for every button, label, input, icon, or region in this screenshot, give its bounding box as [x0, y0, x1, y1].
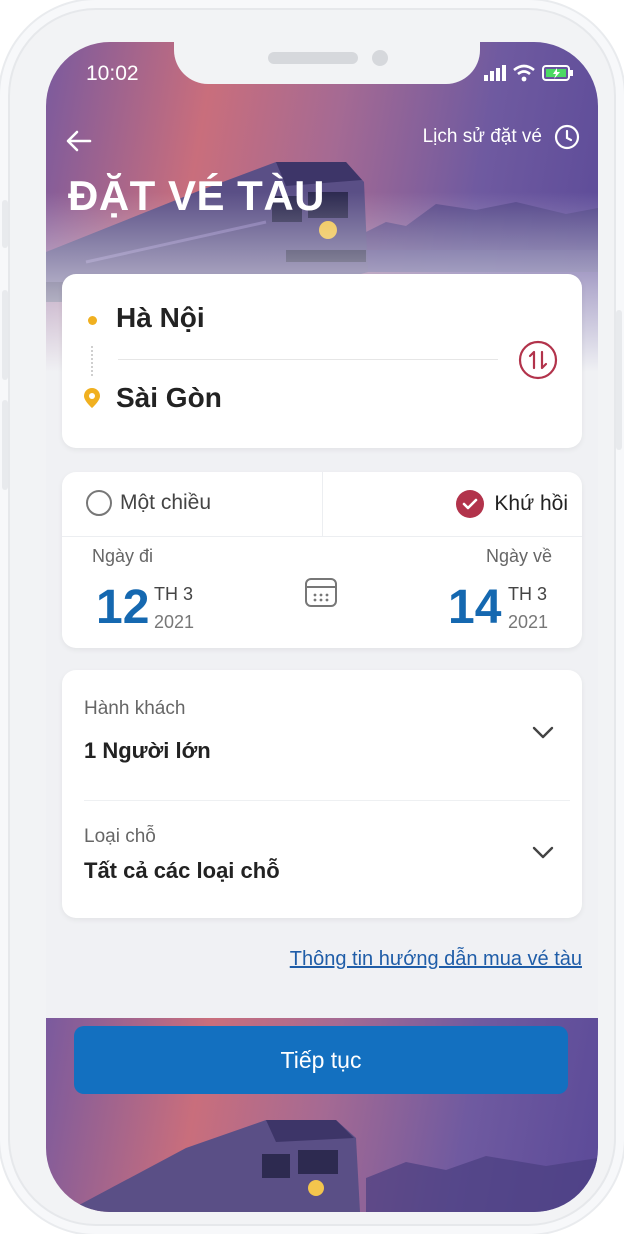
seat-type-value[interactable]: Tất cả các loại chỗ — [84, 858, 280, 884]
seat-type-label: Loại chỗ — [84, 826, 156, 847]
return-day[interactable]: 14 — [448, 584, 501, 632]
return-month: TH 3 — [508, 584, 548, 604]
route-divider — [118, 359, 498, 360]
signal-icon — [484, 65, 506, 81]
chevron-down-icon[interactable] — [532, 726, 554, 740]
passenger-label: Hành khách — [84, 698, 186, 719]
side-button — [616, 310, 622, 450]
side-button — [2, 200, 8, 248]
date-card: Một chiều Khứ hồi Ngày đi 12 TH 3 2021 N… — [62, 472, 582, 648]
swap-icon[interactable] — [518, 340, 558, 380]
round-trip-label: Khứ hồi — [494, 492, 568, 515]
continue-button[interactable]: Tiếp tục — [74, 1026, 568, 1094]
row-divider — [84, 800, 570, 801]
camera — [372, 50, 388, 66]
origin-dot-icon — [88, 316, 97, 325]
one-way-label: Một chiều — [120, 491, 212, 514]
location-pin-icon — [84, 388, 100, 408]
status-icons — [484, 64, 574, 82]
depart-date-label: Ngày đi — [92, 546, 154, 566]
booking-history-link[interactable]: Lịch sử đặt vé — [423, 124, 580, 150]
speaker — [268, 52, 358, 64]
ticket-guide-link[interactable]: Thông tin hướng dẫn mua vé tàu — [290, 948, 582, 971]
route-card: Hà Nội Sài Gòn — [62, 274, 582, 448]
side-button — [2, 290, 8, 380]
depart-month: TH 3 — [154, 584, 194, 604]
origin-station[interactable]: Hà Nội — [116, 302, 205, 334]
phone-frame: 10:02 Lịch sử đặt vé ĐẶT VÉ TÀU Hà Nội S… — [2, 10, 622, 1224]
status-time: 10:02 — [86, 62, 139, 85]
destination-station[interactable]: Sài Gòn — [116, 382, 222, 414]
passenger-card: Hành khách 1 Người lớn Loại chỗ Tất cả c… — [62, 670, 582, 918]
notch — [174, 42, 480, 84]
booking-history-label[interactable]: Lịch sử đặt vé — [423, 126, 542, 148]
trip-divider — [322, 472, 323, 536]
calendar-icon[interactable] — [304, 576, 338, 608]
one-way-option[interactable]: Một chiều — [86, 490, 211, 516]
app-screen: 10:02 Lịch sử đặt vé ĐẶT VÉ TÀU Hà Nội S… — [46, 42, 598, 1212]
route-connector — [91, 346, 95, 376]
depart-day[interactable]: 12 — [96, 584, 149, 632]
side-button — [2, 400, 8, 490]
page-title: ĐẶT VÉ TÀU — [68, 172, 325, 219]
chevron-down-icon[interactable] — [532, 846, 554, 860]
return-year: 2021 — [508, 612, 549, 632]
trip-type-selector: Một chiều Khứ hồi — [62, 472, 582, 537]
passenger-value[interactable]: 1 Người lớn — [84, 738, 211, 764]
round-trip-option[interactable]: Khứ hồi — [456, 490, 568, 518]
train-illustration — [66, 1120, 598, 1212]
radio-unchecked-icon[interactable] — [86, 490, 112, 516]
battery-icon — [542, 65, 573, 81]
depart-year: 2021 — [154, 612, 195, 632]
clock-icon[interactable] — [554, 124, 580, 150]
check-icon[interactable] — [456, 490, 485, 518]
wifi-icon — [513, 64, 535, 82]
back-arrow-icon[interactable] — [64, 126, 94, 156]
return-date-label: Ngày về — [485, 546, 552, 566]
